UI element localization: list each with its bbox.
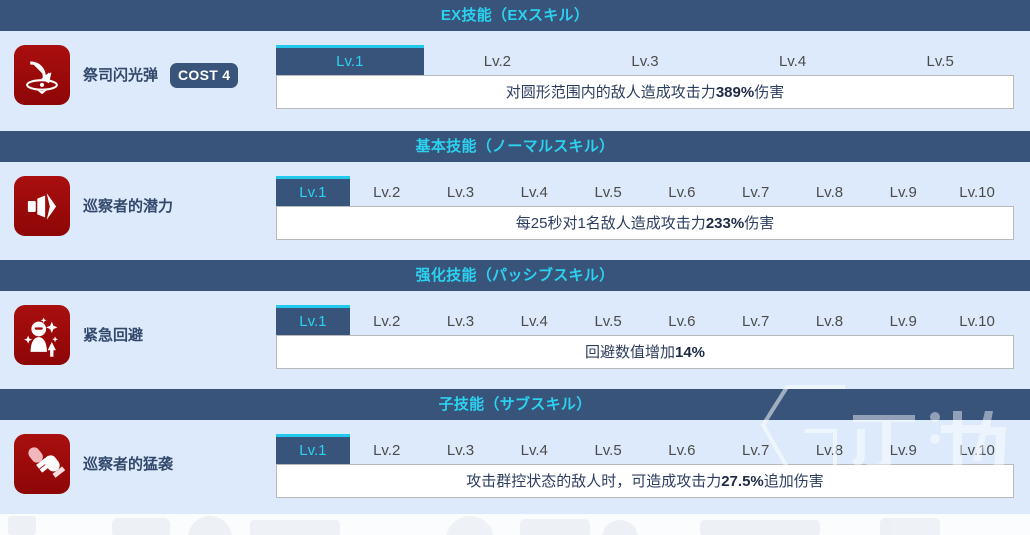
skill-description-box: 回避数值增加14%	[276, 335, 1014, 369]
section-title-jp: （サブスキル）	[484, 396, 592, 413]
level-tab-bar: Lv.1 Lv.2 Lv.3 Lv.4 Lv.5	[276, 45, 1014, 75]
page-bottom-strip	[0, 514, 1030, 535]
level-tab-1[interactable]: Lv.1	[276, 434, 350, 464]
level-tab-4[interactable]: Lv.4	[719, 45, 867, 75]
skill-identity: 巡察者的潜力	[0, 176, 276, 236]
skill-description-box: 对圆形范围内的敌人造成攻击力389%伤害	[276, 75, 1014, 109]
skill-levels: Lv.1 Lv.2 Lv.3 Lv.4 Lv.5 Lv.6 Lv.7 Lv.8 Lv.9 Lv.1…	[276, 176, 1030, 240]
description-suffix: 伤害	[744, 214, 775, 232]
section-title-jp: （ノーマルスキル）	[476, 138, 615, 155]
level-tab-7[interactable]: Lv.7	[719, 434, 793, 464]
level-tab-bar: Lv.1 Lv.2 Lv.3 Lv.4 Lv.5 Lv.6 Lv.7 Lv.8 Lv.9 Lv.1…	[276, 176, 1014, 206]
level-tab-10[interactable]: Lv.10	[940, 305, 1014, 335]
flashbang-target-icon	[14, 45, 70, 105]
skill-name: 祭司闪光弹	[83, 66, 159, 84]
level-tab-7[interactable]: Lv.7	[719, 176, 793, 206]
skill-name: 紧急回避	[83, 326, 144, 344]
section-header-normal-skill: 基本技能（ノーマルスキル）	[0, 131, 1030, 162]
level-tab-3[interactable]: Lv.3	[424, 434, 498, 464]
level-tab-5[interactable]: Lv.5	[571, 305, 645, 335]
level-tab-5[interactable]: Lv.5	[571, 434, 645, 464]
skill-description: 每25秒对1名敌人造成攻击力233%伤害	[516, 216, 774, 231]
level-tab-3[interactable]: Lv.3	[424, 176, 498, 206]
skill-identity: 巡察者的猛袭	[0, 434, 276, 494]
cost-badge: COST 4	[170, 62, 239, 88]
level-tab-8[interactable]: Lv.8	[793, 434, 867, 464]
section-title-cn: EX技能	[440, 7, 493, 24]
section-title-jp: （パッシブスキル）	[476, 267, 615, 284]
description-value: 14%	[674, 343, 706, 361]
description-value: 389%	[715, 83, 755, 101]
skill-levels: Lv.1 Lv.2 Lv.3 Lv.4 Lv.5 对圆形范围内的敌人造成攻击力389%伤害	[276, 45, 1030, 109]
skill-identity: 祭司闪光弹 COST 4	[0, 45, 276, 105]
section-header-ex-skill: EX技能（EXスキル）	[0, 0, 1030, 31]
skill-levels: Lv.1 Lv.2 Lv.3 Lv.4 Lv.5 Lv.6 Lv.7 Lv.8 Lv.9 Lv.1…	[276, 305, 1030, 369]
level-tab-1[interactable]: Lv.1	[276, 305, 350, 335]
level-tab-5[interactable]: Lv.5	[571, 176, 645, 206]
twin-bullets-icon	[14, 434, 70, 494]
level-tab-bar: Lv.1 Lv.2 Lv.3 Lv.4 Lv.5 Lv.6 Lv.7 Lv.8 Lv.9 Lv.1…	[276, 434, 1014, 464]
level-tab-3[interactable]: Lv.3	[571, 45, 719, 75]
level-tab-6[interactable]: Lv.6	[645, 434, 719, 464]
level-tab-4[interactable]: Lv.4	[497, 305, 571, 335]
level-tab-8[interactable]: Lv.8	[793, 176, 867, 206]
skill-description: 攻击群控状态的敌人时，可造成攻击力27.5%追加伤害	[466, 474, 824, 489]
level-tab-6[interactable]: Lv.6	[645, 305, 719, 335]
skill-row-normal-skill: 巡察者的潜力 Lv.1 Lv.2 Lv.3 Lv.4 Lv.5 Lv.6 Lv.7 Lv.8 Lv…	[0, 162, 1030, 260]
section-title: 强化技能（パッシブスキル）	[416, 268, 615, 283]
level-tab-1[interactable]: Lv.1	[276, 45, 424, 75]
skill-description: 回避数值增加14%	[585, 345, 705, 360]
section-header-sub-skill: 子技能（サブスキル）	[0, 389, 1030, 420]
level-tab-5[interactable]: Lv.5	[866, 45, 1014, 75]
level-tab-2[interactable]: Lv.2	[350, 305, 424, 335]
level-tab-9[interactable]: Lv.9	[866, 176, 940, 206]
description-prefix: 回避数值增加	[584, 343, 675, 361]
level-tab-bar: Lv.1 Lv.2 Lv.3 Lv.4 Lv.5 Lv.6 Lv.7 Lv.8 Lv.9 Lv.1…	[276, 305, 1014, 335]
description-suffix: 伤害	[754, 83, 785, 101]
description-prefix: 攻击群控状态的敌人时，可造成攻击力	[466, 472, 722, 490]
level-tab-9[interactable]: Lv.9	[866, 305, 940, 335]
bottom-ghost-art	[8, 516, 940, 535]
skill-name: 巡察者的猛袭	[83, 455, 174, 473]
skill-row-passive-skill: 紧急回避 Lv.1 Lv.2 Lv.3 Lv.4 Lv.5 Lv.6 Lv.7 Lv.8 Lv.9…	[0, 291, 1030, 389]
level-tab-6[interactable]: Lv.6	[645, 176, 719, 206]
skill-name: 巡察者的潜力	[83, 197, 174, 215]
description-suffix: 追加伤害	[763, 472, 824, 490]
description-prefix: 每25秒对1名敌人造成攻击力	[515, 214, 706, 232]
level-tab-2[interactable]: Lv.2	[424, 45, 572, 75]
level-tab-2[interactable]: Lv.2	[350, 176, 424, 206]
skill-description-box: 每25秒对1名敌人造成攻击力233%伤害	[276, 206, 1014, 240]
level-tab-10[interactable]: Lv.10	[940, 176, 1014, 206]
section-title-cn: 基本技能	[415, 138, 477, 155]
dodge-figure-sparkle-icon	[14, 305, 70, 365]
skill-row-sub-skill: 巡察者的猛袭 Lv.1 Lv.2 Lv.3 Lv.4 Lv.5 Lv.6 Lv.7 Lv.8 Lv…	[0, 420, 1030, 518]
skill-list-page: EX技能（EXスキル） 祭司闪光弹 COST 4 Lv.1 Lv.2 Lv.3 Lv.4 L…	[0, 0, 1030, 535]
section-header-passive-skill: 强化技能（パッシブスキル）	[0, 260, 1030, 291]
description-value: 27.5%	[721, 472, 764, 490]
level-tab-8[interactable]: Lv.8	[793, 305, 867, 335]
skill-description-box: 攻击群控状态的敌人时，可造成攻击力27.5%追加伤害	[276, 464, 1014, 498]
section-title: 子技能（サブスキル）	[438, 397, 591, 412]
level-tab-10[interactable]: Lv.10	[940, 434, 1014, 464]
level-tab-1[interactable]: Lv.1	[276, 176, 350, 206]
section-title-cn: 强化技能	[415, 267, 477, 284]
level-tab-2[interactable]: Lv.2	[350, 434, 424, 464]
level-tab-7[interactable]: Lv.7	[719, 305, 793, 335]
section-title-cn: 子技能	[438, 396, 485, 413]
level-tab-4[interactable]: Lv.4	[497, 176, 571, 206]
skill-description: 对圆形范围内的敌人造成攻击力389%伤害	[506, 85, 784, 100]
skill-sections: EX技能（EXスキル） 祭司闪光弹 COST 4 Lv.1 Lv.2 Lv.3 Lv.4 L…	[0, 0, 1030, 518]
level-tab-9[interactable]: Lv.9	[866, 434, 940, 464]
section-title-jp: （EXスキル）	[492, 7, 590, 24]
skill-identity: 紧急回避	[0, 305, 276, 365]
description-prefix: 对圆形范围内的敌人造成攻击力	[505, 83, 716, 101]
megaphone-blast-icon	[14, 176, 70, 236]
section-title: 基本技能（ノーマルスキル）	[416, 139, 615, 154]
skill-row-ex-skill: 祭司闪光弹 COST 4 Lv.1 Lv.2 Lv.3 Lv.4 Lv.5 对圆形范围内的敌人…	[0, 31, 1030, 131]
section-title: EX技能（EXスキル）	[441, 8, 589, 23]
level-tab-3[interactable]: Lv.3	[424, 305, 498, 335]
description-value: 233%	[705, 214, 745, 232]
level-tab-4[interactable]: Lv.4	[497, 434, 571, 464]
skill-levels: Lv.1 Lv.2 Lv.3 Lv.4 Lv.5 Lv.6 Lv.7 Lv.8 Lv.9 Lv.1…	[276, 434, 1030, 498]
